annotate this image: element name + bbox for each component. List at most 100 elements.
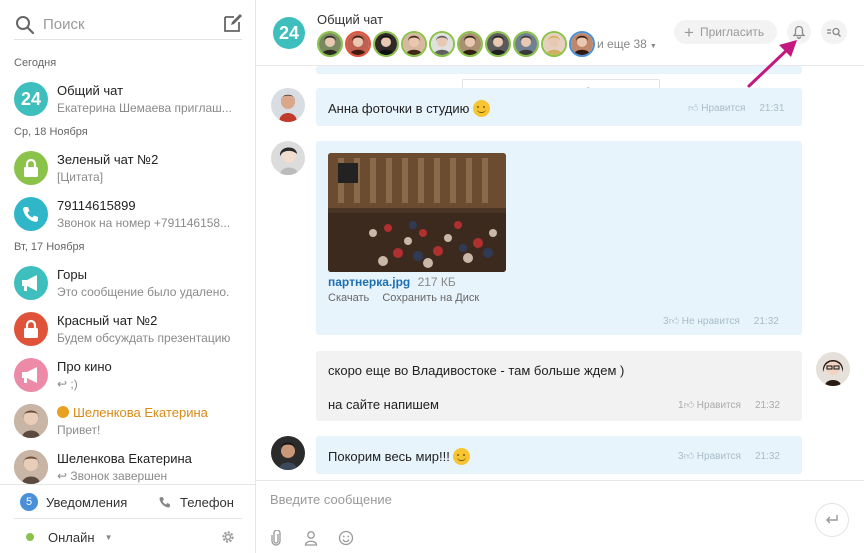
message-text-content: Анна фоточки в студию [328, 101, 470, 116]
chat-preview: Это сообщение было удалено. [57, 285, 230, 299]
message-input[interactable] [270, 489, 770, 509]
sidebar-footer: 5 Уведомления Телефон [0, 484, 256, 518]
smile-emoji-icon [453, 448, 471, 465]
chevron-down-icon: ▼ [649, 43, 657, 50]
smile-icon[interactable] [338, 530, 354, 546]
gear-icon[interactable] [221, 530, 235, 544]
plus-icon: + [684, 22, 694, 42]
chat-name: 79114615899 [57, 198, 136, 213]
chat-preview-text: Звонок завершен [70, 469, 168, 483]
message-bubble-attachment: партнерка.jpg 217 КБ Скачать Сохранить н… [316, 141, 802, 335]
contact-icon[interactable] [304, 530, 318, 546]
like-label: Не нравится [681, 316, 740, 327]
list-search-icon [827, 27, 842, 37]
member-avatar[interactable] [513, 31, 539, 57]
phone-button[interactable]: Телефон [158, 492, 234, 512]
message-meta: 👍︎ Нравится 21:31 [688, 102, 784, 114]
member-avatar[interactable] [569, 31, 595, 57]
member-avatar[interactable] [345, 31, 371, 57]
messenger-app: Сегодня 24 Общий чат Екатерина Шемаева п… [0, 0, 864, 553]
search-input[interactable] [43, 13, 193, 35]
chat-item-green[interactable]: Зеленый чат №2 [Цитата] [0, 147, 256, 191]
phone-icon [159, 497, 170, 508]
status-selector[interactable]: Онлайн ▼ [26, 529, 112, 545]
sidebar: Сегодня 24 Общий чат Екатерина Шемаева п… [0, 0, 256, 553]
search-messages-button[interactable] [821, 20, 847, 44]
chat-preview: Екатерина Шемаева приглаш... [57, 101, 232, 115]
notifications-button[interactable]: 5 Уведомления [20, 492, 127, 512]
message-bubble-incoming: скоро еще во Владивостоке - там больше ж… [316, 351, 802, 421]
chat-name: Горы [57, 267, 87, 282]
chat-count-badge: 24 [20, 88, 42, 109]
avatar[interactable] [816, 352, 850, 386]
megaphone-icon [14, 266, 48, 300]
chat-item-mountains[interactable]: Горы Это сообщение было удалено. [0, 262, 256, 306]
message-meta: 1👍︎ Нравится 21:32 [678, 399, 780, 411]
chat-item-movies[interactable]: Про кино ↩ ;) [0, 354, 256, 398]
search-icon [16, 16, 35, 35]
member-avatar[interactable] [541, 31, 567, 57]
chat-avatar: 24 [14, 82, 48, 116]
member-avatar[interactable] [485, 31, 511, 57]
avatar [14, 450, 48, 484]
avatar[interactable] [271, 141, 305, 175]
enter-arrow-icon [826, 515, 838, 524]
like-button[interactable]: 3👍︎ Не нравится [663, 316, 740, 327]
like-button[interactable]: 3👍︎ Нравится [678, 451, 741, 462]
message-text-second: на сайте напишем [328, 397, 439, 412]
thumb-up-icon: 👍︎ [683, 400, 695, 411]
compose-icon[interactable] [223, 13, 243, 33]
image-attachment-preview[interactable] [328, 153, 506, 272]
file-info: партнерка.jpg 217 КБ [328, 275, 456, 289]
thumb-up-icon: 👍︎ [688, 103, 699, 114]
member-avatar[interactable] [429, 31, 455, 57]
avatar[interactable] [271, 88, 305, 122]
chat-item-red[interactable]: Красный чат №2 Будем обсуждать презентац… [0, 308, 256, 352]
download-link[interactable]: Скачать [328, 292, 369, 304]
message-feed[interactable]: Вторник, 17 Ноября 2015 Анна фоточки в с… [256, 66, 864, 480]
globe-icon [57, 406, 69, 418]
send-button[interactable] [815, 503, 849, 537]
megaphone-icon [14, 358, 48, 392]
chat-preview: Будем обсуждать презентацию [57, 331, 231, 345]
more-members-link[interactable]: и еще 38 ▼ [597, 37, 657, 51]
chat-name-text: Шеленкова Екатерина [73, 405, 208, 420]
lock-icon [14, 151, 48, 185]
online-dot-icon [26, 533, 34, 541]
like-button[interactable]: 1👍︎ Нравится [678, 400, 741, 411]
avatar[interactable] [271, 436, 305, 470]
chat-item-phone[interactable]: 79114615899 Звонок на номер +791146158..… [0, 193, 256, 237]
chat-name: Шеленкова Екатерина [57, 451, 192, 466]
chat-name: Общий чат [57, 83, 124, 98]
section-today: Сегодня [14, 57, 57, 69]
chat-name: Зеленый чат №2 [57, 152, 159, 167]
member-avatars[interactable] [317, 31, 602, 57]
more-members-label: и еще 38 [597, 37, 647, 51]
file-name-link[interactable]: партнерка.jpg [328, 275, 410, 289]
chat-preview: ↩ ;) [57, 377, 242, 391]
chat-name: Про кино [57, 359, 112, 374]
status-bar: Онлайн ▼ [14, 518, 242, 553]
chat-preview: ↩ Звонок завершен [57, 469, 242, 483]
chat-item-shelenkova-1[interactable]: Шеленкова Екатерина Привет! [0, 400, 256, 444]
message-time: 21:32 [753, 316, 779, 327]
chat-avatar: 24 [273, 17, 305, 49]
paperclip-icon[interactable] [270, 530, 282, 546]
message-bubble: Покорим весь мир!!! 3👍︎ Нравится 21:32 [316, 436, 802, 474]
member-avatar[interactable] [401, 31, 427, 57]
chat-preview: [Цитата] [57, 170, 104, 184]
avatar [14, 404, 48, 438]
member-avatar[interactable] [317, 31, 343, 57]
message-meta: 3👍︎ Не нравится 21:32 [663, 315, 779, 327]
search-bar[interactable] [14, 8, 242, 40]
chat-item-general[interactable]: 24 Общий чат Екатерина Шемаева приглаш..… [0, 78, 256, 122]
file-actions: Скачать Сохранить на Диск [328, 292, 479, 304]
save-to-disk-link[interactable]: Сохранить на Диск [382, 292, 479, 304]
member-avatar[interactable] [373, 31, 399, 57]
lock-icon [14, 312, 48, 346]
member-avatar[interactable] [457, 31, 483, 57]
chat-name: Шеленкова Екатерина [57, 405, 208, 420]
like-button[interactable]: 👍︎ Нравится [688, 103, 745, 114]
section-nov17: Вт, 17 Ноября [14, 241, 85, 253]
chat-preview: Привет! [57, 423, 101, 437]
